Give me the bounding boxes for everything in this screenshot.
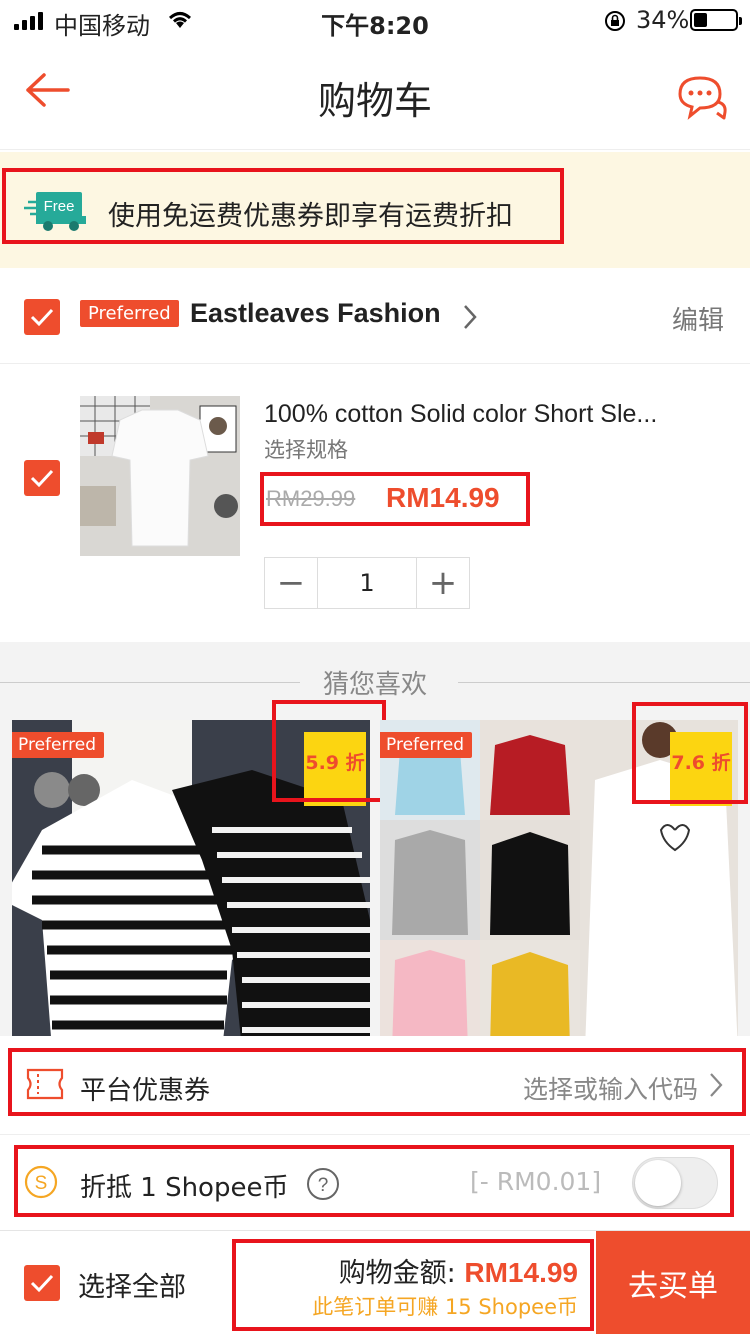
free-shipping-truck-icon: Free — [22, 190, 88, 236]
product-image[interactable] — [80, 396, 240, 556]
preferred-badge: Preferred — [80, 300, 179, 327]
voucher-ticket-icon — [26, 1068, 64, 1104]
quantity-stepper: − 1 + — [264, 557, 470, 609]
coins-earn-note: 此笔订单可赚 15 Shopee币 — [312, 1295, 578, 1319]
shopee-coin-icon: S — [24, 1165, 58, 1203]
checkout-button[interactable]: 去买单 — [596, 1231, 750, 1334]
preferred-badge: Preferred — [12, 732, 105, 758]
product-name[interactable]: 100% cotton Solid color Short Sle... — [264, 400, 734, 429]
variant-selector[interactable]: 选择规格 — [264, 434, 348, 464]
nav-bar: 购物车 — [0, 40, 750, 150]
total-amount: 购物金额: RM14.99 — [339, 1251, 578, 1290]
platform-voucher-row[interactable]: 平台优惠券 选择或输入代码 — [0, 1036, 750, 1132]
shop-name[interactable]: Eastleaves Fashion — [190, 298, 441, 329]
platform-voucher-label: 平台优惠券 — [80, 1076, 211, 1106]
original-price: RM29.99 — [266, 486, 356, 511]
battery-icon — [690, 9, 742, 31]
shopee-coins-row: S 折抵 1 Shopee币 ? [- RM0.01] — [0, 1134, 750, 1230]
free-icon-label: Free — [44, 198, 75, 215]
quantity-value[interactable]: 1 — [317, 558, 417, 608]
free-shipping-banner[interactable]: Free 使用免运费优惠券即享有运费折扣 — [0, 152, 750, 268]
total-value: RM14.99 — [464, 1257, 578, 1288]
chevron-right-icon — [708, 1072, 724, 1102]
coins-label: 折抵 1 Shopee币 — [80, 1173, 289, 1203]
edit-button[interactable]: 编辑 — [672, 300, 724, 337]
coins-amount: [- RM0.01] — [470, 1167, 602, 1196]
select-all-label[interactable]: 选择全部 — [78, 1265, 186, 1304]
shop-header: Preferred Eastleaves Fashion 编辑 — [0, 268, 750, 364]
free-shipping-text: 使用免运费优惠券即享有运费折扣 — [108, 201, 513, 232]
page-title: 购物车 — [317, 79, 432, 123]
coin-icon-letter: S — [35, 1173, 48, 1194]
select-all-checkbox[interactable] — [24, 1265, 60, 1301]
highlight-box — [632, 702, 748, 804]
chevron-right-icon[interactable] — [462, 304, 478, 334]
battery-percent: 34% — [636, 6, 690, 34]
increase-button[interactable]: + — [417, 558, 469, 608]
status-bar: 中国移动 下午8:20 34% — [0, 0, 750, 40]
preferred-badge: Preferred — [380, 732, 473, 758]
chat-icon[interactable] — [676, 74, 728, 124]
rotation-lock-icon — [603, 9, 627, 37]
cart-item: 100% cotton Solid color Short Sle... 选择规… — [0, 364, 750, 642]
sale-price: RM14.99 — [386, 482, 500, 513]
help-icon[interactable]: ? — [306, 1167, 340, 1205]
total-label: 购物金额: — [338, 1258, 465, 1289]
coins-toggle[interactable] — [632, 1157, 718, 1209]
checkout-bar: 选择全部 购物金额: RM14.99 此笔订单可赚 15 Shopee币 去买单 — [0, 1230, 750, 1334]
shop-checkbox[interactable] — [24, 299, 60, 335]
highlight-box — [272, 700, 386, 802]
decrease-button[interactable]: − — [265, 558, 317, 608]
item-checkbox[interactable] — [24, 460, 60, 496]
svg-text:?: ? — [318, 1175, 329, 1196]
voucher-code-action[interactable]: 选择或输入代码 — [523, 1070, 698, 1106]
divider — [458, 682, 750, 683]
recommendations-section: 猜您喜欢 Preferred 5.9 折 Preferred 7.6 折 — [0, 642, 750, 1036]
